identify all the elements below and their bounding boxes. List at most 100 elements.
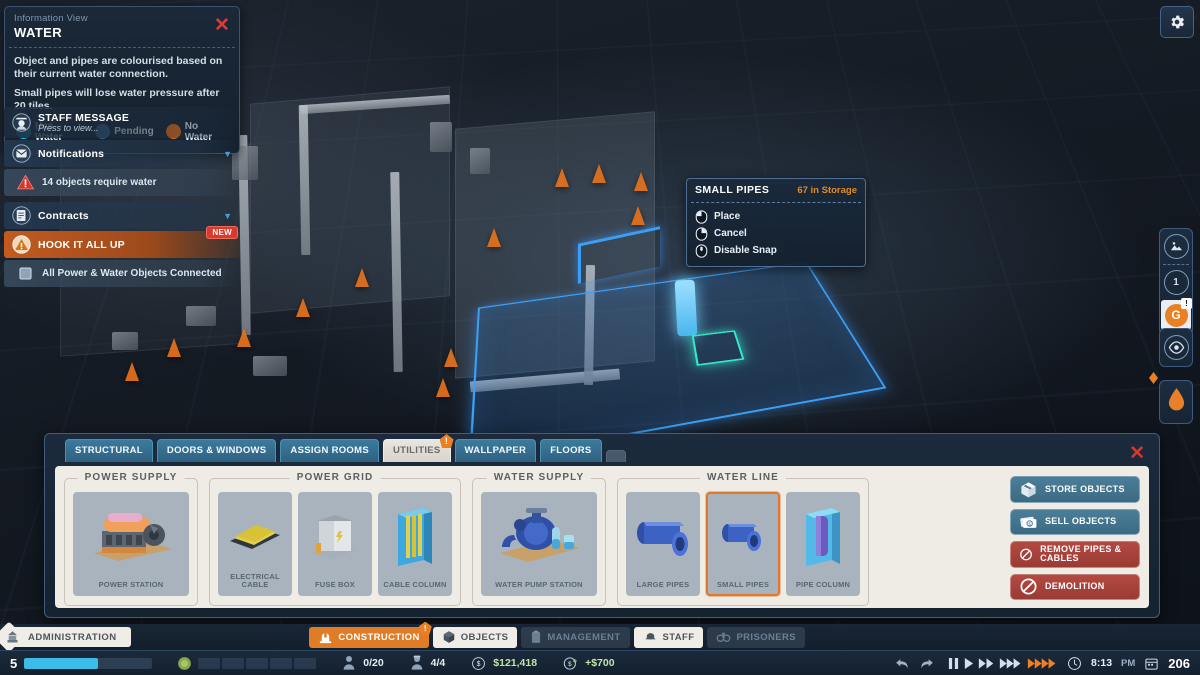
- catalog-group-water-supply: WATER SUPPLY WATER PUMP STATION: [472, 472, 606, 606]
- tab-utilities-label: UTILITIES: [392, 445, 441, 456]
- tooltip-action-label: Place: [714, 211, 741, 222]
- chevron-down-icon[interactable]: ▼: [223, 149, 232, 159]
- eye-icon: [1168, 341, 1184, 354]
- money-icon: $: [1020, 516, 1037, 529]
- catalog-group-power-grid: POWER GRID ELECTRICAL CABLE FUSE BOX CAB…: [209, 472, 461, 606]
- scene-prop: [112, 332, 138, 350]
- tab-structural[interactable]: STRUCTURAL: [65, 439, 153, 462]
- tab-prisoners[interactable]: PRISONERS: [707, 626, 805, 648]
- tab-label: MANAGEMENT: [547, 631, 621, 643]
- catalog-card-water-pump-station[interactable]: WATER PUMP STATION: [481, 492, 597, 596]
- chevron-down-icon[interactable]: ▼: [223, 211, 232, 221]
- tab-assign-rooms[interactable]: ASSIGN ROOMS: [280, 439, 379, 462]
- tab-management[interactable]: MANAGEMENT: [521, 626, 630, 648]
- no-water-marker: [634, 172, 648, 191]
- settings-button[interactable]: [1160, 6, 1194, 38]
- scene-prop: [430, 122, 452, 152]
- tab-construction[interactable]: CONSTRUCTION !: [309, 621, 432, 648]
- catalog-group-water-line: WATER LINE LARGE PIPES SMALL PIPES PIPE …: [617, 472, 869, 606]
- placement-tooltip: SMALL PIPES 67 in Storage Place Cancel D…: [686, 178, 866, 267]
- sell-objects-button[interactable]: $ SELL OBJECTS: [1010, 508, 1140, 535]
- tab-alert-badge: !: [418, 621, 432, 635]
- layers-button[interactable]: [1163, 234, 1189, 259]
- grade-alert-badge: !: [1181, 298, 1192, 309]
- floor-level-indicator[interactable]: 1: [1163, 270, 1189, 295]
- tab-objects[interactable]: OBJECTS: [432, 626, 518, 648]
- clock-icon: [1068, 656, 1081, 670]
- pause-button[interactable]: [948, 657, 959, 670]
- small-pipe-icon: [708, 494, 778, 581]
- catalog-card-fuse-box[interactable]: FUSE BOX: [298, 492, 372, 596]
- notifications-header[interactable]: Notifications ▼: [4, 140, 240, 167]
- undo-icon[interactable]: [894, 656, 911, 671]
- water-overlay-rail: [1159, 380, 1193, 424]
- catalog-group-power-supply: POWER SUPPLY POWER STATION: [64, 472, 198, 606]
- contract-active-row[interactable]: HOOK IT ALL UP NEW: [4, 226, 240, 258]
- catalog-card-pipe-column[interactable]: PIPE COLUMN: [786, 492, 860, 596]
- scene-prop: [253, 356, 287, 376]
- staff-message-subtitle: Press to view...: [38, 123, 99, 133]
- catalog-card-power-station[interactable]: POWER STATION: [73, 492, 189, 596]
- no-water-marker: [237, 328, 251, 347]
- administration-icon: [7, 631, 18, 643]
- water-overlay-button[interactable]: [1167, 387, 1186, 417]
- play-button[interactable]: [963, 657, 974, 670]
- redo-icon[interactable]: [918, 656, 935, 671]
- catalog-card-small-pipes[interactable]: SMALL PIPES: [706, 492, 780, 596]
- calendar-icon: [1145, 658, 1158, 670]
- tab-utilities[interactable]: UTILITIES !: [382, 434, 454, 462]
- tooltip-action-label: Disable Snap: [714, 245, 777, 256]
- close-icon[interactable]: ✕: [1129, 444, 1145, 463]
- close-icon[interactable]: ✕: [213, 16, 231, 36]
- staff-icon: [645, 632, 656, 639]
- tab-doors-and-windows[interactable]: DOORS & WINDOWS: [156, 439, 277, 462]
- svg-text:$: $: [568, 661, 572, 668]
- tab-staff[interactable]: STAFF: [633, 626, 704, 648]
- main-navigation-bar: ADMINISTRATION CONSTRUCTION ! OBJECTS MA…: [0, 621, 1200, 653]
- remove-pipes-cables-button[interactable]: REMOVE PIPES & CABLES: [1010, 541, 1140, 568]
- mouse-right-click-icon: [695, 226, 708, 241]
- fast-forward-3x-button[interactable]: [999, 657, 1023, 670]
- catalog-card-electrical-cable[interactable]: ELECTRICAL CABLE: [218, 492, 292, 596]
- grant-segment: [198, 657, 221, 669]
- svg-text:$: $: [1028, 522, 1031, 528]
- dollar-plus-icon: $: [563, 656, 577, 670]
- group-title: POWER SUPPLY: [77, 472, 185, 483]
- catalog-card-label: ELECTRICAL CABLE: [230, 571, 280, 589]
- information-view-header: Information View WATER ✕: [5, 7, 239, 47]
- administration-button[interactable]: ADMINISTRATION: [0, 621, 131, 653]
- fast-forward-4x-button[interactable]: [1027, 657, 1058, 670]
- prisoner-icon: [343, 656, 355, 670]
- demolition-button[interactable]: DEMOLITION: [1010, 573, 1140, 600]
- fast-forward-2x-button[interactable]: [978, 657, 995, 670]
- contracts-header[interactable]: Contracts ▼: [4, 202, 240, 229]
- information-view-title: WATER: [14, 25, 62, 40]
- pipe-column-icon: [788, 494, 858, 581]
- grade-button[interactable]: G !: [1161, 298, 1192, 330]
- large-pipe-icon: [628, 494, 698, 581]
- tab-label: CONSTRUCTION: [338, 631, 420, 643]
- clock-ampm: PM: [1121, 657, 1136, 669]
- staff-count-value: 4/4: [430, 657, 446, 669]
- group-title: WATER LINE: [700, 472, 786, 483]
- mouse-left-click-icon: [695, 209, 708, 224]
- catalog-card-label: WATER PUMP STATION: [495, 579, 583, 589]
- tooltip-title: SMALL PIPES: [695, 184, 770, 196]
- notification-item[interactable]: 14 objects require water: [4, 169, 240, 196]
- catalog-card-large-pipes[interactable]: LARGE PIPES: [626, 492, 700, 596]
- contract-objective-row[interactable]: All Power & Water Objects Connected: [4, 260, 240, 287]
- action-label: STORE OBJECTS: [1045, 483, 1125, 494]
- catalog-card-cable-column[interactable]: CABLE COLUMN: [378, 492, 452, 596]
- dollar-icon: $: [472, 656, 486, 670]
- snap-target-highlight: [691, 330, 745, 366]
- time-controls: 8:13 PM 206: [894, 656, 1190, 671]
- tab-floors[interactable]: FLOORS: [540, 439, 602, 462]
- staff-message-row[interactable]: STAFF MESSAGE Press to view...: [4, 107, 240, 138]
- no-water-marker: [125, 362, 139, 381]
- visibility-toggle-button[interactable]: [1163, 335, 1189, 360]
- store-objects-button[interactable]: STORE OBJECTS: [1010, 476, 1140, 503]
- cube-icon: [443, 631, 454, 643]
- water-drop-icon: [1168, 388, 1184, 411]
- tab-wallpaper[interactable]: WALLPAPER: [454, 439, 537, 462]
- grant-segments: [198, 657, 317, 669]
